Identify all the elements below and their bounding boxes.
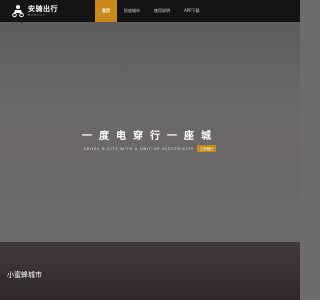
nav-item-cities[interactable]: 投放城市 xyxy=(117,0,147,22)
city-section: 小蜜蜂城市 xyxy=(0,242,300,300)
scooter-rider-icon xyxy=(12,5,24,18)
nav-item-label: APP下载 xyxy=(184,8,200,13)
nav-item-instructions[interactable]: 使用说明 xyxy=(147,0,177,22)
hero-subtitle: CROSS A CITY WITH A UNIT OF ELECTRICITY xyxy=(83,146,194,151)
nav-item-label: 使用说明 xyxy=(154,8,170,13)
hero-subtitle-row: CROSS A CITY WITH A UNIT OF ELECTRICITY … xyxy=(0,145,300,152)
brand-logo[interactable]: 安骑出行 BEEFLY xyxy=(11,3,58,19)
nav-item-home[interactable]: 首页 xyxy=(95,0,117,22)
section-title: 小蜜蜂城市 xyxy=(7,271,42,279)
top-navigation-bar: 安骑出行 BEEFLY 首页 投放城市 使用说明 APP下载 xyxy=(0,0,300,22)
nav-item-app-download[interactable]: APP下载 xyxy=(177,0,207,22)
nav-item-label: 首页 xyxy=(102,8,110,13)
hero-banner: 一度电穿行一座城 CROSS A CITY WITH A UNIT OF ELE… xyxy=(0,22,300,242)
main-nav: 首页 投放城市 使用说明 APP下载 xyxy=(95,0,207,22)
brand-subtitle: BEEFLY xyxy=(28,12,46,17)
brand-text: 安骑出行 BEEFLY xyxy=(28,4,58,17)
hero-title: 一度电穿行一座城 xyxy=(82,131,218,142)
brand-title: 安骑出行 xyxy=(28,4,58,13)
ride-now-button[interactable]: 立即骑行 xyxy=(196,145,217,152)
nav-item-label: 投放城市 xyxy=(124,8,140,13)
